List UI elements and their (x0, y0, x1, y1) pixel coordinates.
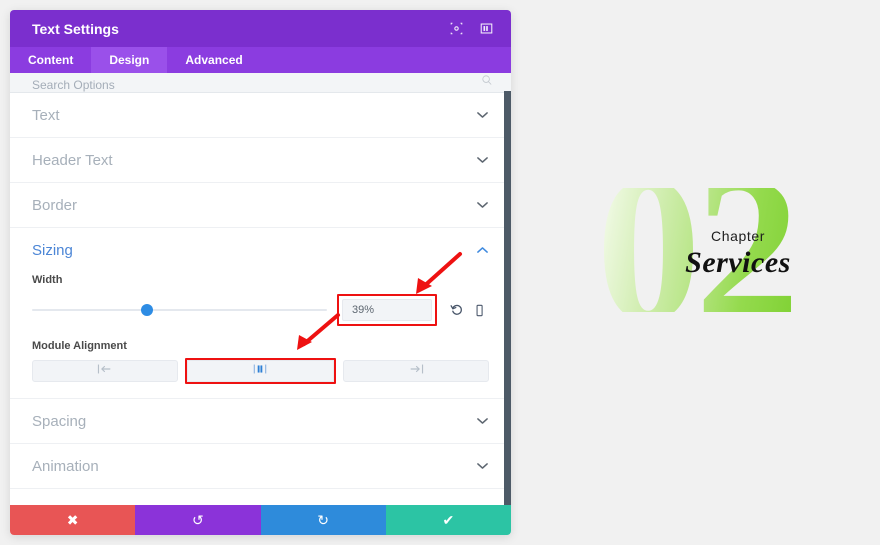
module-alignment-group (32, 358, 489, 398)
tab-design[interactable]: Design (91, 47, 168, 73)
save-button[interactable]: ✔ (385, 505, 511, 535)
text-settings-modal: Text Settings Content Design Advanced Se… (10, 10, 511, 535)
chevron-down-icon[interactable] (475, 153, 489, 167)
panel-scrollbar[interactable] (504, 91, 511, 505)
section-border-label: Border (32, 196, 78, 214)
section-animation[interactable]: Animation (10, 444, 511, 489)
modal-header: Text Settings (10, 10, 511, 47)
section-text-label: Text (32, 106, 60, 124)
section-sizing[interactable]: Sizing Width 39% Module Alignment (10, 228, 511, 399)
page-title: Text Settings (32, 20, 119, 37)
width-control-row: 39% (32, 294, 489, 326)
layout-columns-icon[interactable] (475, 18, 497, 40)
align-left-wrap (32, 360, 179, 382)
cancel-button[interactable]: ✖ (10, 505, 136, 535)
tab-content[interactable]: Content (10, 47, 91, 73)
redo-icon: ↻ (317, 512, 329, 528)
section-header-text[interactable]: Header Text (10, 138, 511, 183)
section-border[interactable]: Border (10, 183, 511, 228)
section-animation-label: Animation (32, 457, 99, 475)
tab-advanced[interactable]: Advanced (167, 47, 260, 73)
chevron-down-icon[interactable] (475, 198, 489, 212)
modal-footer: ✖ ↺ ↻ ✔ (10, 505, 511, 535)
width-value-input[interactable]: 39% (342, 299, 432, 321)
panel-scrollbar-thumb[interactable] (504, 91, 511, 505)
search-icon (481, 73, 493, 91)
align-right-button[interactable] (342, 360, 489, 382)
chevron-down-icon[interactable] (475, 108, 489, 122)
chapter-label: Chapter (710, 228, 765, 244)
search-options-row[interactable]: Search Options (10, 73, 511, 93)
redo-button[interactable]: ↻ (260, 505, 386, 535)
mobile-device-icon[interactable] (469, 300, 489, 320)
align-center-highlight (185, 358, 336, 384)
section-sizing-label: Sizing (32, 241, 73, 259)
reset-icon[interactable] (447, 300, 467, 320)
section-text[interactable]: Text (10, 93, 511, 138)
align-center-button[interactable] (187, 360, 334, 382)
chapter-title: Services (685, 246, 791, 279)
align-center-icon (252, 362, 268, 380)
section-header-text-label: Header Text (32, 151, 113, 169)
settings-body: Text Header Text Border Sizing Width 39%… (10, 93, 511, 505)
chevron-up-icon[interactable] (475, 243, 489, 257)
tab-bar: Content Design Advanced (10, 47, 511, 73)
search-input[interactable]: Search Options (32, 79, 481, 91)
module-alignment-label: Module Alignment (32, 340, 127, 352)
align-right-wrap (342, 360, 489, 382)
align-right-icon (408, 362, 424, 380)
chevron-down-icon[interactable] (475, 414, 489, 428)
chevron-down-icon[interactable] (475, 459, 489, 473)
target-icon[interactable] (445, 18, 467, 40)
width-slider-thumb[interactable] (141, 304, 154, 316)
chapter-banner: 02 Chapter Services (596, 188, 880, 312)
width-label: Width (32, 274, 63, 286)
width-slider[interactable] (32, 303, 327, 317)
check-icon: ✔ (442, 512, 455, 528)
section-spacing-label: Spacing (32, 412, 87, 430)
align-left-icon (97, 362, 113, 380)
undo-icon: ↺ (192, 512, 204, 528)
align-left-button[interactable] (32, 360, 179, 382)
section-spacing[interactable]: Spacing (10, 399, 511, 444)
undo-button[interactable]: ↺ (135, 505, 261, 535)
width-value-highlight: 39% (337, 294, 437, 326)
close-icon: ✖ (66, 512, 79, 528)
